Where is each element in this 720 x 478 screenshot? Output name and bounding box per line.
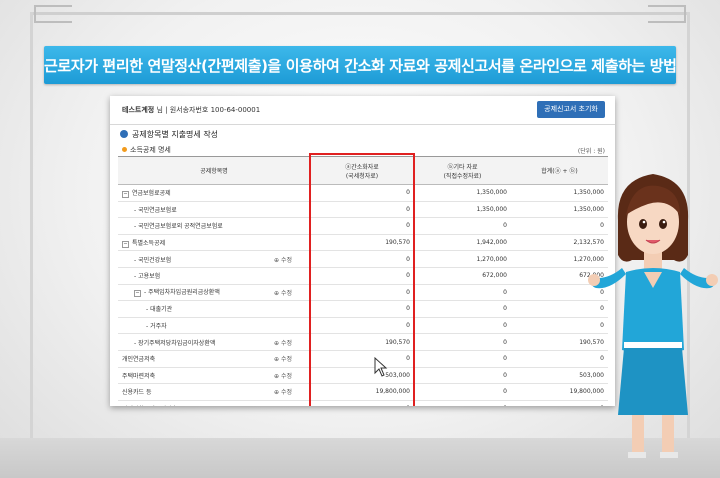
user-info: 테스트계정 님 | 원서송자번호 100-64-00001 — [122, 105, 260, 115]
row-edit[interactable]: ⊕ 수정 — [270, 284, 310, 302]
edit-icon: ⊕ — [274, 372, 281, 380]
edit-button[interactable]: 수정 — [281, 356, 292, 363]
mouse-pointer-icon — [374, 357, 388, 377]
row-item: - 국민건강보험 — [118, 250, 270, 268]
row-item: - 대출기관 — [118, 300, 270, 318]
user-suffix: 님 — [156, 106, 163, 114]
sub-title: 소득공제 명세 — [122, 145, 171, 155]
biz-number: 원서송자번호 100-64-00001 — [169, 106, 261, 114]
row-item: - 국민연금보험료외 공적연금보험료 — [118, 217, 270, 235]
row-other: 672,000 — [414, 267, 511, 285]
row-edit[interactable]: ⊕ 수정 — [270, 383, 310, 401]
dot-icon — [122, 147, 127, 152]
section-title: 공제항목별 지출명세 작성 — [120, 129, 218, 140]
header-item: 공제항목명 — [118, 156, 310, 185]
row-edit — [270, 234, 310, 252]
row-edit — [270, 201, 310, 219]
row-item: 개인연금저축 — [118, 350, 270, 368]
row-edit — [270, 300, 310, 318]
row-edit[interactable]: ⊕ 수정 — [270, 350, 310, 368]
row-other: 1,350,000 — [414, 201, 511, 219]
row-edit[interactable]: ⊕ 수정 — [270, 400, 310, 406]
title-banner: 근로자가 편리한 연말정산(간편제출)을 이용하여 간소화 자료와 공제신고서를… — [44, 46, 677, 84]
edit-button[interactable]: 수정 — [281, 340, 292, 347]
row-other: 0 — [414, 400, 511, 406]
row-item: − 특별소득공제 — [118, 234, 270, 252]
row-other: 1,942,000 — [414, 234, 511, 252]
row-other: 0 — [414, 300, 511, 318]
row-edit[interactable]: ⊕ 수정 — [270, 333, 310, 351]
edit-icon: ⊕ — [274, 339, 281, 347]
decorative-frame-left — [30, 12, 33, 466]
row-item: - 거주자 — [118, 317, 270, 335]
highlight-box — [309, 153, 415, 406]
collapse-toggle-icon[interactable]: − — [122, 240, 129, 248]
edit-button[interactable]: 수정 — [281, 373, 292, 380]
row-edit[interactable]: ⊕ 수정 — [270, 250, 310, 268]
bullet-icon — [120, 130, 128, 138]
row-other: 0 — [414, 284, 511, 302]
row-edit — [270, 267, 310, 285]
row-item: - 장기주택저당차입금이자상환액 — [118, 333, 270, 351]
row-item: 장기집합투자증권저축 — [118, 400, 270, 406]
row-item: - 국민연금보험료 — [118, 201, 270, 219]
row-other: 0 — [414, 383, 511, 401]
row-item: − - 주택임차차입금원리금상환액 — [118, 284, 270, 302]
row-other: 0 — [414, 350, 511, 368]
app-screen: 테스트계정 님 | 원서송자번호 100-64-00001 공제신고서 초기화 … — [110, 96, 615, 406]
user-name: 테스트계정 — [122, 106, 155, 114]
header-other: ⓑ기타 자료 (직접수정자료) — [414, 156, 511, 185]
edit-icon: ⊕ — [274, 356, 281, 364]
unit-label: (단위 : 원) — [577, 148, 605, 155]
row-other: 0 — [414, 367, 511, 385]
row-edit — [270, 217, 310, 235]
collapse-toggle-icon[interactable]: − — [134, 290, 141, 298]
row-item: - 고용보험 — [118, 267, 270, 285]
row-item: 주택마련저축 — [118, 367, 270, 385]
row-edit[interactable]: ⊕ 수정 — [270, 367, 310, 385]
presenter-illustration — [588, 174, 718, 458]
row-other: 0 — [414, 317, 511, 335]
row-item: − 연금보험료공제 — [118, 184, 270, 202]
row-item: 신용카드 등 — [118, 383, 270, 401]
edit-button[interactable]: 수정 — [281, 290, 292, 297]
row-other: 0 — [414, 217, 511, 235]
row-other: 1,350,000 — [414, 184, 511, 202]
decorative-frame-top — [0, 0, 720, 30]
reset-deduction-button[interactable]: 공제신고서 초기화 — [537, 101, 605, 118]
edit-button[interactable]: 수정 — [281, 257, 292, 264]
edit-icon: ⊕ — [274, 389, 281, 397]
top-bar: 테스트계정 님 | 원서송자번호 100-64-00001 공제신고서 초기화 — [110, 96, 615, 125]
collapse-toggle-icon[interactable]: − — [122, 190, 129, 198]
banner-title: 근로자가 편리한 연말정산(간편제출)을 이용하여 간소화 자료와 공제신고서를… — [44, 57, 677, 75]
edit-icon: ⊕ — [274, 256, 281, 264]
edit-button[interactable]: 수정 — [281, 389, 292, 396]
edit-icon: ⊕ — [274, 289, 281, 297]
row-edit — [270, 317, 310, 335]
row-other: 1,270,000 — [414, 250, 511, 268]
row-other: 0 — [414, 333, 511, 351]
row-edit — [270, 184, 310, 202]
separator: | — [165, 106, 168, 114]
